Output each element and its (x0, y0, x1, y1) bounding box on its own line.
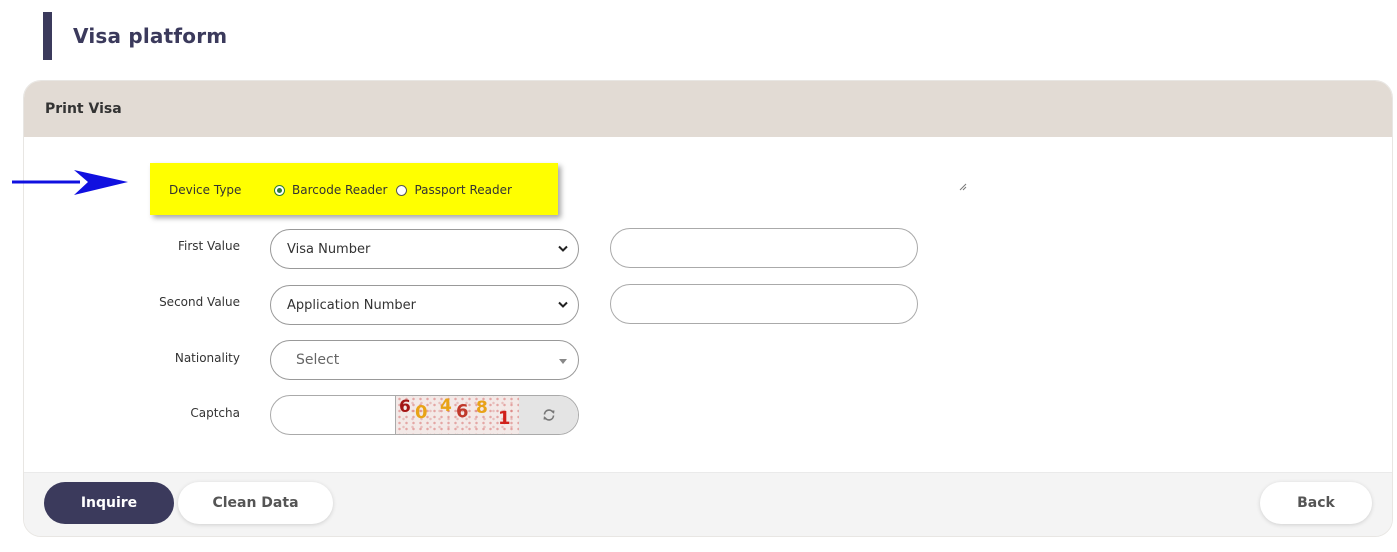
textarea-resize-grip-icon[interactable] (959, 183, 967, 191)
refresh-icon (543, 409, 554, 421)
caret-down-icon (559, 359, 567, 364)
barcode-reader-label[interactable]: Barcode Reader (292, 183, 387, 197)
device-type-label: Device Type (169, 183, 242, 197)
second-value-select[interactable]: Application Number (270, 285, 579, 325)
first-value-input[interactable] (610, 228, 918, 268)
nationality-select[interactable]: Select (270, 340, 579, 380)
inquire-button[interactable]: Inquire (44, 482, 174, 524)
card-header: Print Visa (24, 81, 1392, 137)
passport-reader-radio[interactable] (396, 184, 408, 196)
second-value-input[interactable] (610, 284, 918, 324)
captcha-digit: 0 (415, 402, 428, 423)
page-header: Visa platform (43, 12, 227, 60)
captcha-digit: 6 (399, 397, 411, 417)
barcode-reader-radio[interactable] (274, 184, 285, 196)
captcha-image: 6 0 4 6 8 1 (395, 396, 520, 434)
first-value-select[interactable]: Visa Number (270, 229, 579, 269)
captcha-refresh-button[interactable] (519, 396, 578, 434)
captcha-input[interactable] (271, 396, 395, 434)
captcha-field: 6 0 4 6 8 1 (270, 395, 579, 435)
clean-data-button[interactable]: Clean Data (178, 482, 333, 524)
captcha-digit: 4 (440, 396, 452, 416)
chevron-down-icon (558, 245, 568, 252)
device-type-radio-group: Barcode Reader Passport Reader (274, 183, 521, 197)
arrow-pointer-icon (12, 170, 128, 195)
nationality-label: Nationality (174, 351, 240, 365)
chevron-down-icon (558, 301, 568, 308)
second-value-select-text: Application Number (287, 297, 416, 313)
captcha-digit: 8 (476, 398, 488, 418)
second-value-label: Second Value (159, 295, 240, 309)
captcha-digit: 6 (456, 401, 469, 422)
device-type-section: Device Type Barcode Reader Passport Read… (150, 163, 558, 215)
page-title: Visa platform (73, 24, 228, 48)
back-button[interactable]: Back (1260, 482, 1372, 524)
first-value-select-text: Visa Number (287, 241, 371, 257)
captcha-label: Captcha (190, 406, 240, 420)
passport-reader-label[interactable]: Passport Reader (414, 183, 511, 197)
title-accent-bar (43, 12, 52, 60)
nationality-placeholder: Select (296, 352, 340, 368)
first-value-label: First Value (177, 239, 240, 253)
captcha-digit: 1 (498, 408, 511, 429)
